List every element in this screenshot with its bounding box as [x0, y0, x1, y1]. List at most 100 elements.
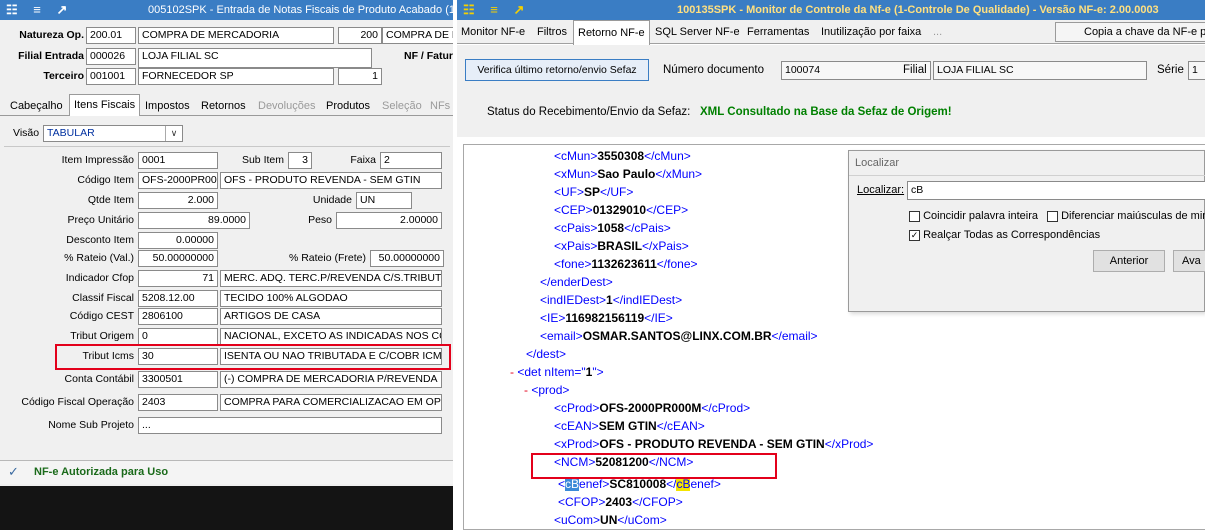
opt-whole-word[interactable]: Coincidir palavra inteira [909, 210, 1038, 222]
peso-field[interactable]: 2.00000 [336, 212, 442, 229]
xml-line-enderdest-close: </enderDest> [540, 275, 613, 289]
tab-filtros[interactable]: Filtros [537, 22, 567, 42]
checkbox-unchecked-icon[interactable] [909, 210, 920, 222]
codigo-fiscal-operacao-field[interactable]: 2403 [138, 394, 218, 411]
left-status-text: NF-e Autorizada para Uso [34, 466, 169, 478]
left-titlebar: ☷ ≡ ↗ 005102SPK - Entrada de Notas Fisca… [0, 0, 453, 20]
find-next-button[interactable]: Ava [1173, 250, 1205, 272]
right-titlebar: ☷ ≡ ↗ 100135SPK - Monitor de Controle da… [457, 0, 1205, 20]
filial-desc-field[interactable]: LOJA FILIAL SC [138, 48, 372, 68]
conta-contabil-field[interactable]: 3300501 [138, 371, 218, 388]
tab-inutilizacao[interactable]: Inutilização por faixa [821, 22, 921, 42]
conta-contabil-desc-field[interactable]: (-) COMPRA DE MERCADORIA P/REVENDA [220, 371, 442, 388]
filial-field[interactable]: LOJA FILIAL SC [933, 61, 1147, 80]
serie-field[interactable]: 1 [1188, 61, 1205, 80]
natureza-desc-field[interactable]: COMPRA DE MERCADORIA [138, 27, 334, 44]
tab-retornos[interactable]: Retornos [201, 96, 246, 116]
find-dialog-title: Localizar [855, 157, 900, 169]
xml-line-ie: <IE>116982156119</IE> [540, 311, 673, 325]
copy-key-button[interactable]: Copia a chave da NF-e pa [1055, 22, 1205, 42]
tab-nfs[interactable]: NFs [430, 96, 450, 116]
codigo-cest-desc-field[interactable]: ARTIGOS DE CASA [220, 308, 442, 325]
classif-fiscal-field[interactable]: 5208.12.00 [138, 290, 218, 307]
desconto-item-field[interactable]: 0.00000 [138, 232, 218, 249]
rateio-frete-field[interactable]: 50.00000000 [370, 250, 444, 267]
find-input[interactable]: cB [907, 181, 1205, 200]
rateio-frete-label: % Rateio (Frete) [288, 252, 366, 264]
tribut-origem-desc-field[interactable]: NACIONAL, EXCETO AS INDICADAS NOS CÓDI [220, 328, 442, 345]
terceiro-num-field[interactable]: 1 [338, 68, 382, 85]
sub-item-field[interactable]: 3 [288, 152, 312, 169]
tab-cabecalho[interactable]: Cabeçalho [10, 96, 63, 116]
conta-contabil-label: Conta Contábil [64, 373, 134, 385]
right-window: ☷ ≡ ↗ 100135SPK - Monitor de Controle da… [457, 0, 1205, 530]
serie-label: Série [1157, 64, 1184, 76]
codigo-cest-field[interactable]: 2806100 [138, 308, 218, 325]
left-taskbar [0, 486, 453, 530]
codigo-item-field[interactable]: OFS-2000PR000M [138, 172, 218, 189]
nome-sub-projeto-field[interactable]: ... [138, 417, 442, 434]
preco-unitario-field[interactable]: 89.0000 [138, 212, 250, 229]
qtde-item-label: Qtde Item [87, 194, 134, 206]
rateio-val-field[interactable]: 50.00000000 [138, 250, 218, 267]
filial-code-field[interactable]: 000026 [86, 48, 136, 65]
tab-more[interactable]: ... [933, 22, 942, 42]
checkbox-checked-icon[interactable]: ✓ [909, 229, 920, 241]
tab-impostos[interactable]: Impostos [145, 96, 190, 116]
indicador-cfop-label: Indicador Cfop [65, 272, 134, 284]
visao-select[interactable]: TABULAR ∨ [43, 125, 183, 142]
preco-unitario-label: Preço Unitário [67, 214, 134, 226]
find-previous-button[interactable]: Anterior [1093, 250, 1165, 272]
verify-sefaz-button[interactable]: Verifica último retorno/envio Sefaz [465, 59, 649, 81]
natureza-num-field[interactable]: 200 [338, 27, 382, 44]
left-window: ☷ ≡ ↗ 005102SPK - Entrada de Notas Fisca… [0, 0, 453, 530]
terceiro-label: Terceiro [43, 70, 84, 82]
tab-produtos[interactable]: Produtos [326, 96, 370, 116]
find-label: Localizar: [857, 184, 905, 196]
item-impressao-field[interactable]: 0001 [138, 152, 218, 169]
codigo-fiscal-operacao-desc-field[interactable]: COMPRA PARA COMERCIALIZACAO EM OPERA [220, 394, 442, 411]
xml-line-indiedest: <indIEDest>1</indIEDest> [540, 293, 683, 307]
tab-selecao[interactable]: Seleção [382, 96, 422, 116]
xml-line-prod-open[interactable]: - <prod> [524, 381, 569, 399]
xml-line-xmun: <xMun>Sao Paulo</xMun> [554, 167, 703, 181]
qtde-item-field[interactable]: 2.000 [138, 192, 218, 209]
find-dialog-divider [849, 175, 1205, 176]
tab-sql-server-nfe[interactable]: SQL Server NF-e [655, 22, 740, 42]
natureza-right-field[interactable]: COMPRA DE M [382, 27, 453, 44]
sefaz-status-label: Status do Recebimento/Envio da Sefaz: [487, 106, 691, 118]
checkbox-unchecked-icon[interactable] [1047, 210, 1058, 222]
tribut-origem-field[interactable]: 0 [138, 328, 218, 345]
tab-monitor-nfe[interactable]: Monitor NF-e [461, 22, 525, 42]
opt-whole-word-label: Coincidir palavra inteira [923, 210, 1039, 222]
tab-ferramentas[interactable]: Ferramentas [747, 22, 809, 42]
codigo-fiscal-operacao-label: Código Fiscal Operação [21, 396, 134, 408]
xml-line-dest-close: </dest> [526, 347, 567, 361]
opt-match-case[interactable]: Diferenciar maiúsculas de min [1047, 210, 1205, 222]
opt-match-case-label: Diferenciar maiúsculas de min [1061, 210, 1205, 222]
natureza-code-field[interactable]: 200.01 [86, 27, 136, 44]
nome-sub-projeto-label: Nome Sub Projeto [48, 419, 134, 431]
unidade-field[interactable]: UN [356, 192, 412, 209]
terceiro-code-field[interactable]: 001001 [86, 68, 136, 85]
codigo-cest-label: Código CEST [69, 310, 134, 322]
indicador-cfop-desc-field[interactable]: MERC. ADQ. TERC.P/REVENDA C/S.TRIBUTÁR [220, 270, 442, 287]
codigo-item-desc-field[interactable]: OFS - PRODUTO REVENDA - SEM GTIN [220, 172, 442, 189]
window-menu-icons[interactable]: ☷ ≡ ↗ [457, 0, 530, 20]
classif-fiscal-desc-field[interactable]: TECIDO 100% ALGODAO [220, 290, 442, 307]
faixa-field[interactable]: 2 [380, 152, 442, 169]
chevron-down-icon[interactable]: ∨ [165, 126, 182, 141]
left-status-bar: ✓ NF-e Autorizada para Uso [0, 460, 453, 484]
tab-devolucoes[interactable]: Devoluções [258, 96, 315, 116]
terceiro-desc-field[interactable]: FORNECEDOR SP [138, 68, 334, 85]
window-menu-icons[interactable]: ☷ ≡ ↗ [0, 0, 73, 20]
indicador-cfop-field[interactable]: 71 [138, 270, 218, 287]
opt-highlight-all[interactable]: ✓ Realçar Todas as Correspondências [909, 229, 1100, 241]
xml-line-det-open[interactable]: - <det nItem="1"> [510, 363, 604, 381]
tab-retorno-nfe[interactable]: Retorno NF-e [573, 20, 650, 45]
xml-line-xpais: <xPais>BRASIL</xPais> [554, 239, 689, 253]
desconto-item-label: Desconto Item [66, 234, 134, 246]
tab-itens-fiscais[interactable]: Itens Fiscais [69, 94, 141, 116]
left-window-title: 005102SPK - Entrada de Notas Fiscais de … [148, 4, 453, 16]
xml-line-cean: <cEAN>SEM GTIN</cEAN> [554, 419, 705, 433]
